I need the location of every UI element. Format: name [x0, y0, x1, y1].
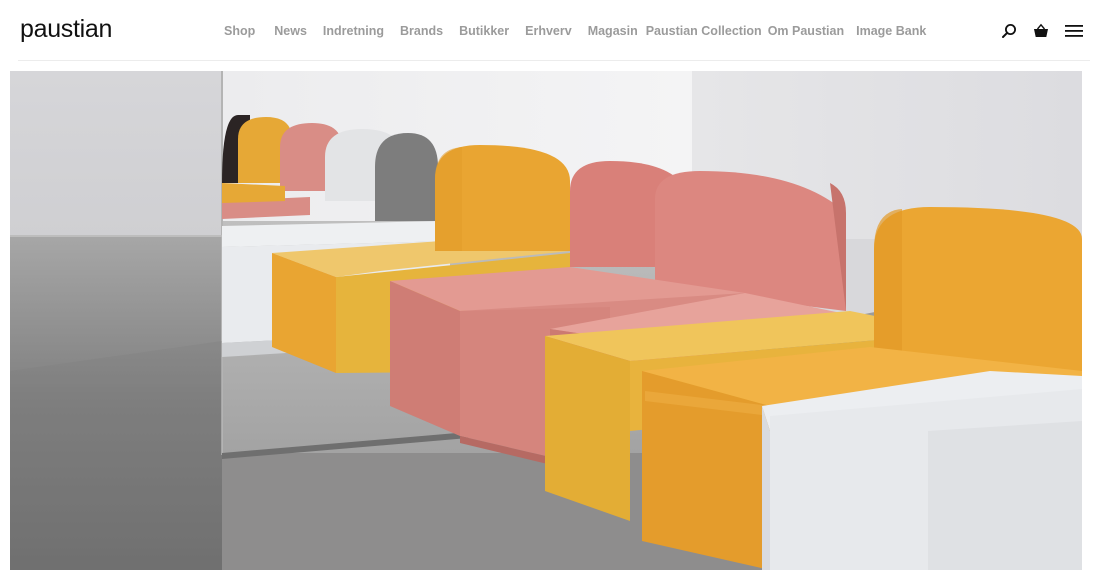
nav-item-brands[interactable]: Brands [400, 22, 443, 40]
header-actions [1000, 21, 1084, 41]
nav-item-image-bank[interactable]: Image Bank [856, 22, 926, 40]
search-icon[interactable] [1000, 22, 1018, 40]
nav-item-news[interactable]: News [274, 22, 307, 40]
hero-photo-illustration [10, 71, 1082, 570]
main-navigation: Shop News Indretning Brands Butikker Erh… [224, 22, 926, 40]
paustian-logo[interactable]: paustian [20, 14, 112, 44]
nav-item-paustian-collection[interactable]: Paustian Collection [646, 22, 762, 40]
nav-item-butikker[interactable]: Butikker [459, 22, 509, 40]
hamburger-menu-icon[interactable] [1064, 22, 1084, 40]
nav-item-magasin[interactable]: Magasin [588, 22, 638, 40]
nav-item-erhverv[interactable]: Erhverv [525, 22, 572, 40]
hero-image-modular-sofa [10, 71, 1082, 570]
nav-item-indretning[interactable]: Indretning [323, 22, 384, 40]
basket-icon[interactable] [1032, 22, 1050, 40]
nav-item-om-paustian[interactable]: Om Paustian [768, 22, 844, 40]
header-divider [18, 60, 1090, 61]
site-header: paustian Shop News Indretning Brands But… [0, 0, 1098, 62]
nav-item-shop[interactable]: Shop [224, 22, 255, 40]
